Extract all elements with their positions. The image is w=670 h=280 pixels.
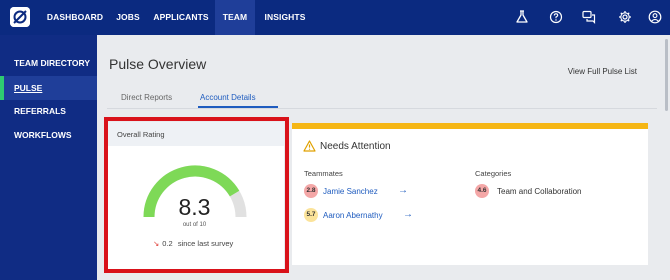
help-icon[interactable] [549, 10, 563, 24]
scrollbar[interactable] [665, 39, 668, 111]
teammate-name[interactable]: Aaron Abernathy [323, 211, 383, 220]
tab-divider [107, 108, 657, 109]
category-name: Team and Collaboration [497, 187, 582, 196]
nav-jobs[interactable]: JOBS [110, 0, 146, 35]
tab-account-details[interactable]: Account Details [200, 93, 256, 102]
warning-icon [303, 140, 316, 152]
sidebar-item-label: PULSE [14, 83, 43, 93]
teammate-item[interactable]: 5.7 Aaron Abernathy → [304, 208, 424, 222]
sidebar-item-pulse[interactable]: PULSE [0, 76, 97, 100]
user-icon[interactable] [648, 10, 662, 24]
sidebar-item-team-directory[interactable]: TEAM DIRECTORY [0, 51, 97, 75]
nav-team[interactable]: TEAM [215, 0, 255, 35]
attention-accent-bar [292, 123, 648, 129]
teammate-name[interactable]: Jamie Sanchez [323, 187, 378, 196]
chat-icon[interactable] [582, 10, 596, 24]
top-nav: DASHBOARD JOBS APPLICANTS TEAM INSIGHTS [0, 0, 670, 35]
gear-icon[interactable] [618, 10, 632, 24]
nav-applicants[interactable]: APPLICANTS [150, 0, 212, 35]
score-badge: 2.8 [304, 184, 318, 198]
score-badge: 5.7 [304, 208, 318, 222]
flask-icon[interactable] [515, 10, 529, 24]
teammates-header: Teammates [304, 169, 343, 178]
page-title: Pulse Overview [109, 56, 207, 72]
nav-dashboard[interactable]: DASHBOARD [46, 0, 104, 35]
category-item: 4.6 Team and Collaboration [475, 184, 605, 198]
needs-attention-card: Needs Attention Teammates Categories 2.8… [292, 123, 648, 265]
sidebar-item-referrals[interactable]: REFERRALS [0, 99, 97, 123]
arrow-right-icon[interactable]: → [403, 210, 413, 220]
highlight-frame [104, 117, 289, 273]
sidebar-item-label: WORKFLOWS [14, 130, 72, 140]
categories-header: Categories [475, 169, 512, 178]
app-logo[interactable] [10, 7, 30, 27]
score-badge: 4.6 [475, 184, 489, 198]
sidebar-item-label: TEAM DIRECTORY [14, 58, 91, 68]
arrow-right-icon[interactable]: → [398, 186, 408, 196]
view-full-pulse-list-link[interactable]: View Full Pulse List [568, 67, 637, 76]
sidebar-item-label: REFERRALS [14, 106, 66, 116]
sidebar-item-workflows[interactable]: WORKFLOWS [0, 123, 97, 147]
nav-insights[interactable]: INSIGHTS [262, 0, 308, 35]
teammate-item[interactable]: 2.8 Jamie Sanchez → [304, 184, 414, 198]
tab-direct-reports[interactable]: Direct Reports [121, 93, 172, 102]
needs-attention-title: Needs Attention [320, 141, 391, 152]
tab-bar: Direct Reports Account Details [107, 93, 657, 109]
sidebar: TEAM DIRECTORY PULSE REFERRALS WORKFLOWS [0, 35, 97, 280]
